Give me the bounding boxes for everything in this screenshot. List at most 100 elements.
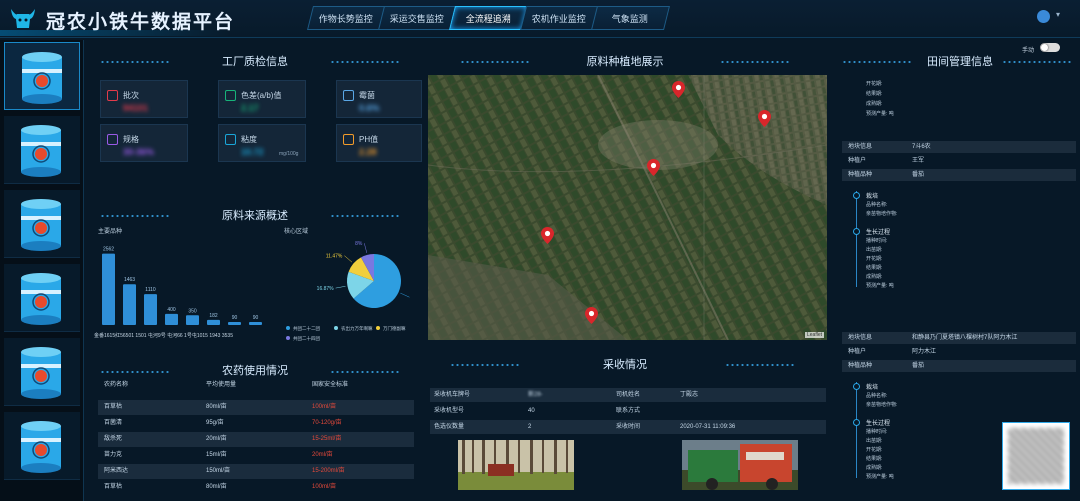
sidebar-can-item[interactable] [4,42,80,110]
table-cell: 采收机型号 [434,408,465,414]
info-row: 种植品种 番茄 [842,169,1076,181]
info-value: 王军 [912,158,925,164]
bar-屯河9号 [165,313,178,325]
bar-value-label: 90 [232,315,238,321]
table-cell: 新28- [528,392,543,398]
info-key: 地块信息 [848,144,873,150]
legend-item: 万门德副嘛 [376,326,406,332]
table-cell: 敌杀死 [104,436,123,442]
sidebar-can-item[interactable] [4,190,80,258]
planting-map[interactable]: Leaflet [428,75,827,340]
table-row: 采收机车牌号 新28- 司机姓名 丁殿志 [430,388,826,402]
info-value: 番茄 [912,363,925,369]
legend-item: 共团二十四团 [286,336,320,342]
table-cell: 苗力克 [104,452,123,458]
map-title: 原料种植地展示 [586,56,664,68]
sidebar-can-item[interactable] [4,412,80,480]
title-decoration [0,30,230,36]
info-key: 种植品种 [848,363,873,369]
timeline-dot [853,192,860,199]
nav-tab-label: 作物长势监控 [319,14,374,24]
flask-icon [343,134,354,145]
timeline-line-text: 亲苗物培作物: [866,211,898,217]
manual-toggle[interactable] [1040,43,1060,52]
timeline-dot [853,383,860,390]
nav-tab[interactable]: 作物长势监控 [307,6,386,30]
pie-leader-line [344,255,353,263]
map-marker-icon[interactable] [647,159,660,176]
bar-value-label: 1110 [145,287,156,293]
divider-dots [330,61,400,63]
table-cell: 采收机车牌号 [434,392,471,398]
timeline-line [856,382,857,478]
info-row: 种植户 王军 [842,155,1076,167]
nav-tab-label: 采运交售监控 [390,14,445,24]
card-value: 0.6% [359,103,380,113]
harvester-machine-photo [682,440,798,490]
table-cell: 色选仪数量 [434,424,465,430]
table-cell: 15-25ml/亩 [312,436,342,442]
pie-leader-line [335,286,346,289]
nav-tab[interactable]: 气象监测 [591,6,670,30]
card-value: 2.28 [359,147,377,157]
table-row: 阿米西达 150ml/亩 15-200ml/亩 [98,464,414,479]
info-row: 种植品种 番茄 [842,360,1076,372]
timeline-line-text: 出苗期: [866,247,883,253]
table-row: 采收机型号 40 联系方式 [430,404,826,418]
header-cell: 农药名称 [104,382,129,388]
bar-chart-label: 主要品种 [98,229,123,235]
map-marker-icon[interactable] [758,110,771,127]
bar-value-label: 90 [253,315,259,321]
card-value: 2.17 [241,103,259,113]
table-header: 农药名称 平均使用量 国家安全标准 [98,378,414,393]
map-marker-icon[interactable] [585,307,598,324]
divider-dots [720,61,790,63]
table-cell: 司机姓名 [616,392,641,398]
legend-item: 共团二十二团 [286,326,320,332]
timeline-line-text: 成熟期: [866,465,883,471]
divider-dots [725,364,795,366]
bar-tick-labels: 金番1615红56501 1501 屯河9号 屯河66 1号屯1015 1943… [94,332,233,339]
timeline-line-text: 开花期: [866,447,883,453]
tomato-can-icon [21,125,61,177]
nav-tab[interactable]: 采运交售监控 [378,6,457,30]
sidebar-can-item[interactable] [4,338,80,406]
bar-1943 [228,322,241,325]
bar-value-label: 400 [167,307,176,313]
source-title: 原料来源概述 [222,210,288,222]
legend-dot [334,326,338,330]
divider-dots [1002,61,1072,63]
nav-tab-label: 全流程追溯 [465,14,511,24]
quality-title: 工厂质检信息 [222,56,288,68]
chevron-down-icon[interactable]: ▾ [1056,10,1060,19]
nav-tab[interactable]: 农机作业监控 [520,6,599,30]
table-cell: 2020-07-31 11:09:36 [680,424,736,430]
top-header: 冠农小铁牛数据平台 作物长势监控 采运交售监控 全流程追溯 农机作业监控 气象监测 ▾ [0,0,1080,38]
nav-tab[interactable]: 全流程追溯 [449,6,528,30]
map-marker-icon[interactable] [672,81,685,98]
table-cell: 15-200ml/亩 [312,468,345,474]
timeline-line-text: 结果期: [866,456,883,462]
tomato-can-icon [21,199,61,251]
nav-tab-label: 农机作业监控 [532,14,587,24]
info-row: 地块信息 7斗6农 [842,141,1076,153]
info-value: 阿力木江 [912,349,937,355]
legend-dot [286,326,290,330]
field-title: 田间管理信息 [927,56,993,68]
map-attribution[interactable]: Leaflet [804,332,824,338]
user-avatar-icon[interactable] [1037,10,1050,23]
sidebar-can-item[interactable] [4,264,80,332]
map-marker-icon[interactable] [541,227,554,244]
legend-label: 共团二十二团 [293,326,320,331]
tomato-can-icon [22,52,62,104]
timeline-line-text: 预测产量: 吨 [866,474,894,480]
table-row: 百菌清 95g/亩 70-120g/亩 [98,416,414,431]
timeline-line-text: 预测产量: 吨 [866,283,894,289]
bar-value-label: 1463 [124,277,135,283]
table-cell: 150ml/亩 [206,468,231,474]
table-cell: 百草枯 [104,484,123,490]
sidebar-can-item[interactable] [4,116,80,184]
bar-1015 [207,319,220,325]
divider-dots [100,215,170,217]
timeline-line-text: 结果期: [866,265,883,271]
